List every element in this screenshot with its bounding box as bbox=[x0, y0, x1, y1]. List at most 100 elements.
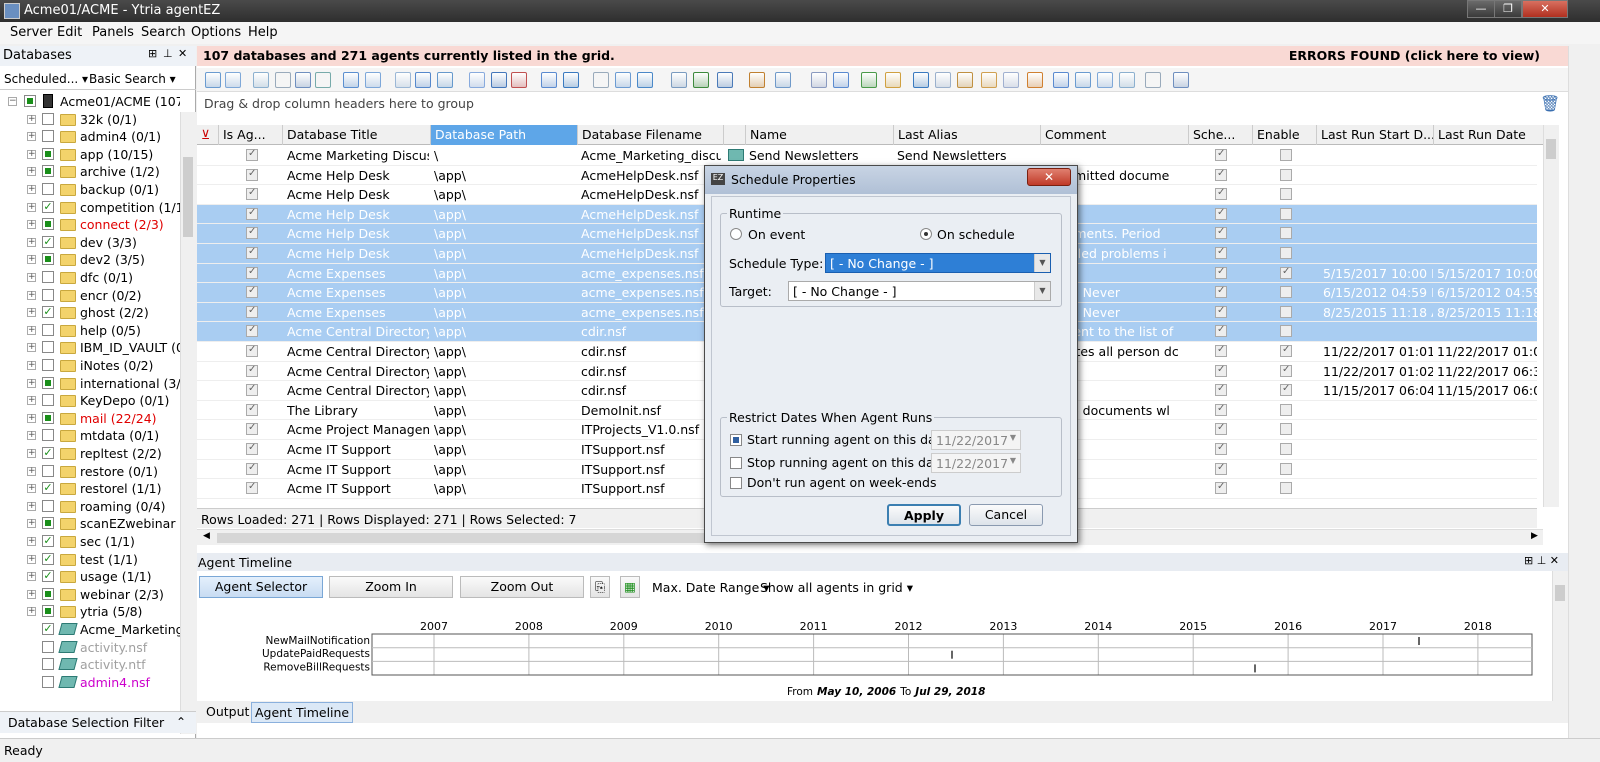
col-is-agent[interactable]: Is Ag... bbox=[219, 125, 283, 145]
tree-view-icon[interactable] bbox=[957, 72, 973, 88]
refresh-icon[interactable] bbox=[1119, 72, 1135, 88]
tree-checkbox[interactable] bbox=[42, 147, 54, 160]
tree-checkbox[interactable] bbox=[42, 112, 54, 125]
tree-checkbox[interactable] bbox=[42, 218, 54, 231]
tree-checkbox[interactable] bbox=[42, 376, 54, 389]
menu-help[interactable]: Help bbox=[248, 25, 278, 40]
close-window-button[interactable]: ✕ bbox=[1522, 0, 1568, 18]
schedule-checkbox[interactable] bbox=[1215, 305, 1227, 318]
tree-checkbox[interactable] bbox=[42, 517, 54, 530]
enable-checkbox[interactable] bbox=[1280, 188, 1292, 201]
table-row[interactable]: Acme Marketing Discussior \ Acme_Marketing… bbox=[197, 146, 1537, 166]
tree-file-item[interactable]: activity.nsf bbox=[0, 639, 180, 656]
enable-checkbox[interactable] bbox=[1280, 364, 1292, 377]
tree-checkbox[interactable]: ✓ bbox=[42, 570, 54, 583]
tree-folder-item[interactable]: + ✓ dev (3/3) bbox=[0, 234, 180, 251]
on-event-radio[interactable] bbox=[730, 228, 742, 240]
col-schedule[interactable]: Sche... bbox=[1189, 125, 1253, 145]
zoom-out-button[interactable]: Zoom Out bbox=[460, 576, 584, 598]
tree-checkbox[interactable] bbox=[42, 183, 54, 195]
enable-checkbox[interactable] bbox=[1280, 247, 1292, 259]
grid-scrollbar[interactable] bbox=[1543, 125, 1559, 507]
enable-checkbox[interactable] bbox=[1280, 462, 1292, 475]
apply-button[interactable]: Apply bbox=[887, 504, 961, 526]
sign-icon[interactable] bbox=[775, 72, 791, 88]
schedule-checkbox[interactable] bbox=[1215, 403, 1227, 416]
col-database-filename[interactable]: Database Filename bbox=[578, 125, 724, 145]
tree-folder-item[interactable]: + mail (22/24) bbox=[0, 410, 180, 427]
col-database-path[interactable]: Database Path bbox=[431, 125, 578, 145]
enable-checkbox[interactable] bbox=[1280, 207, 1292, 220]
tree-folder-item[interactable]: + mtdata (0/1) bbox=[0, 427, 180, 444]
schedule-checkbox[interactable] bbox=[1215, 168, 1227, 181]
table-icon[interactable] bbox=[935, 72, 951, 88]
expand-icon[interactable]: + bbox=[27, 132, 36, 142]
tree-folder-item[interactable]: + app (10/15) bbox=[0, 146, 180, 163]
tree-folder-item[interactable]: + connect (2/3) bbox=[0, 216, 180, 233]
tree-folder-item[interactable]: + help (0/5) bbox=[0, 322, 180, 339]
expand-icon[interactable]: + bbox=[27, 255, 36, 265]
tree-checkbox[interactable] bbox=[42, 271, 54, 283]
root-checkbox[interactable] bbox=[24, 95, 36, 107]
tree-icon[interactable] bbox=[315, 72, 331, 88]
weekends-checkbox[interactable] bbox=[730, 477, 742, 489]
agent-selector-button[interactable]: Agent Selector bbox=[199, 576, 323, 598]
split-icon[interactable] bbox=[395, 72, 411, 88]
expand-icon[interactable]: + bbox=[27, 572, 36, 582]
copy-icon[interactable]: ⎘ bbox=[590, 576, 610, 598]
schedule-checkbox[interactable] bbox=[1215, 226, 1227, 240]
tree-folder-item[interactable]: + ✓ competition (1/1) bbox=[0, 199, 180, 216]
tree-checkbox[interactable] bbox=[42, 253, 54, 266]
col-last-run-start[interactable]: Last Run Start D... bbox=[1317, 125, 1434, 145]
add-column-icon[interactable] bbox=[749, 72, 765, 88]
tree-checkbox[interactable] bbox=[42, 605, 54, 618]
target-select[interactable]: [ - No Change - ] ▼ bbox=[788, 281, 1051, 301]
chart-icon[interactable] bbox=[563, 72, 579, 88]
tree-file-item[interactable]: activity.ntf bbox=[0, 656, 180, 673]
grid-view-icon[interactable] bbox=[205, 72, 221, 88]
properties-icon[interactable] bbox=[593, 72, 609, 88]
tree-checkbox[interactable]: ✓ bbox=[42, 200, 54, 213]
start-date-checkbox[interactable] bbox=[730, 434, 742, 446]
tree-folder-item[interactable]: + roaming (0/4) bbox=[0, 498, 180, 515]
enable-checkbox[interactable] bbox=[1280, 443, 1292, 455]
schedule-checkbox[interactable] bbox=[1215, 285, 1227, 299]
expand-icon[interactable]: + bbox=[27, 361, 36, 370]
timeline-pin-icon[interactable]: ⊞ ⊥ ✕ bbox=[1524, 554, 1559, 567]
export-excel-icon[interactable]: ▦ bbox=[620, 576, 640, 598]
bar-icon[interactable] bbox=[913, 72, 929, 88]
expand-icon[interactable]: + bbox=[27, 449, 36, 458]
zoom-in-button[interactable]: Zoom In bbox=[329, 576, 453, 598]
tree-checkbox[interactable] bbox=[42, 429, 54, 442]
tree-checkbox[interactable] bbox=[42, 640, 54, 653]
expand-icon[interactable]: + bbox=[27, 519, 36, 529]
expand-icon[interactable]: + bbox=[27, 501, 36, 511]
schedule-checkbox[interactable] bbox=[1215, 324, 1227, 338]
export-doc-icon[interactable] bbox=[885, 72, 901, 88]
list-icon[interactable] bbox=[1027, 72, 1043, 88]
schedule-checkbox[interactable] bbox=[1215, 383, 1227, 397]
expand-icon[interactable]: + bbox=[27, 378, 36, 388]
tree-root[interactable]: − Acme01/ACME (107/2 bbox=[0, 93, 180, 110]
zoom-out-icon[interactable] bbox=[693, 72, 709, 88]
tree-folder-item[interactable]: + IBM_ID_VAULT (0/ bbox=[0, 339, 180, 356]
col-last-alias[interactable]: Last Alias bbox=[894, 125, 1041, 145]
paste-icon[interactable] bbox=[491, 72, 507, 88]
expand-icon[interactable]: + bbox=[27, 396, 36, 406]
run-icon[interactable] bbox=[541, 72, 557, 88]
tree-folder-item[interactable]: + ✓ sec (1/1) bbox=[0, 533, 180, 550]
details-icon[interactable] bbox=[225, 72, 241, 88]
pane-options-icon[interactable]: ⊞ bbox=[148, 47, 157, 60]
expand-icon[interactable]: + bbox=[27, 413, 36, 423]
tree-checkbox[interactable] bbox=[42, 165, 54, 178]
expand-icon[interactable]: + bbox=[27, 343, 36, 353]
remove-icon[interactable] bbox=[275, 72, 291, 88]
enable-checkbox[interactable] bbox=[1280, 149, 1292, 161]
select-icon[interactable] bbox=[615, 72, 631, 88]
tree-folder-item[interactable]: + archive (1/2) bbox=[0, 163, 180, 180]
schedule-checkbox[interactable] bbox=[1215, 422, 1227, 436]
schedule-checkbox[interactable] bbox=[1215, 187, 1227, 201]
tree-checkbox[interactable]: ✓ bbox=[42, 447, 54, 459]
expand-icon[interactable]: + bbox=[27, 237, 36, 247]
schedule-checkbox[interactable] bbox=[1215, 364, 1227, 377]
